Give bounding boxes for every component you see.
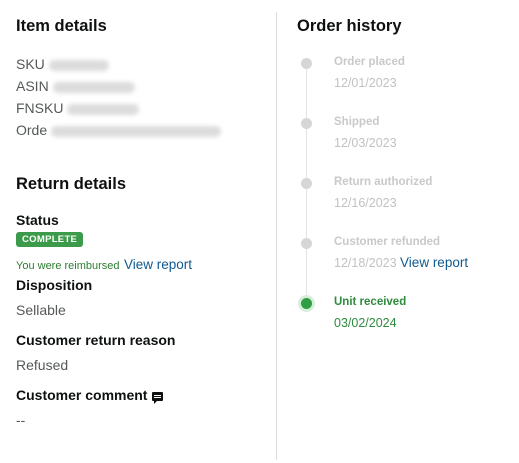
view-report-link[interactable]: View report: [400, 255, 468, 270]
disposition-value: Sellable: [16, 302, 66, 318]
timeline-dot: [301, 58, 312, 69]
timeline-dot-active: [301, 298, 312, 309]
column-divider: [276, 12, 277, 460]
return-details-title: Return details: [16, 175, 127, 193]
reason-value: Refused: [16, 357, 69, 373]
item-details-title: Item details: [16, 17, 107, 35]
status-badge: COMPLETE: [16, 232, 84, 247]
reimbursed-text: You were reimbursed: [16, 260, 120, 272]
step-name: Order placed: [334, 56, 405, 68]
status-label: Status: [16, 212, 59, 228]
fnsku-row: FNSKU: [16, 98, 140, 118]
timeline-dot: [301, 178, 312, 189]
step-name: Return authorized: [334, 176, 433, 188]
step-date-row: 12/18/2023 View report: [334, 255, 468, 270]
asin-label: ASIN: [16, 78, 49, 94]
sku-value-redacted: [48, 59, 109, 71]
comment-label-row: Customer comment: [16, 386, 164, 404]
step-name: Customer refunded: [334, 236, 441, 248]
comment-value: --: [16, 412, 26, 428]
disposition-label: Disposition: [16, 277, 93, 293]
order-history-title: Order history: [297, 17, 402, 35]
order-label: Orde: [16, 122, 48, 138]
comment-icon: [152, 391, 164, 404]
timeline-dot: [301, 118, 312, 129]
order-value-redacted: [51, 125, 222, 137]
step-date: 03/02/2024: [334, 316, 397, 330]
comment-label: Customer comment: [16, 387, 148, 403]
step-date: 12/01/2023: [334, 76, 397, 90]
step-name: Unit received: [334, 296, 407, 308]
reimbursement-row: You were reimbursed View report: [16, 257, 192, 274]
sku-row: SKU: [16, 54, 109, 74]
timeline-dot: [301, 238, 312, 249]
fnsku-label: FNSKU: [16, 100, 64, 116]
order-row: Orde: [16, 120, 222, 140]
asin-row: ASIN: [16, 76, 135, 96]
asin-value-redacted: [52, 81, 135, 93]
reason-label: Customer return reason: [16, 332, 176, 348]
fnsku-value-redacted: [67, 103, 140, 115]
view-report-link[interactable]: View report: [124, 257, 192, 272]
step-name: Shipped: [334, 116, 380, 128]
sku-label: SKU: [16, 56, 45, 72]
step-date: 12/03/2023: [334, 136, 397, 150]
step-date: 12/18/2023: [334, 256, 397, 270]
step-date: 12/16/2023: [334, 196, 397, 210]
